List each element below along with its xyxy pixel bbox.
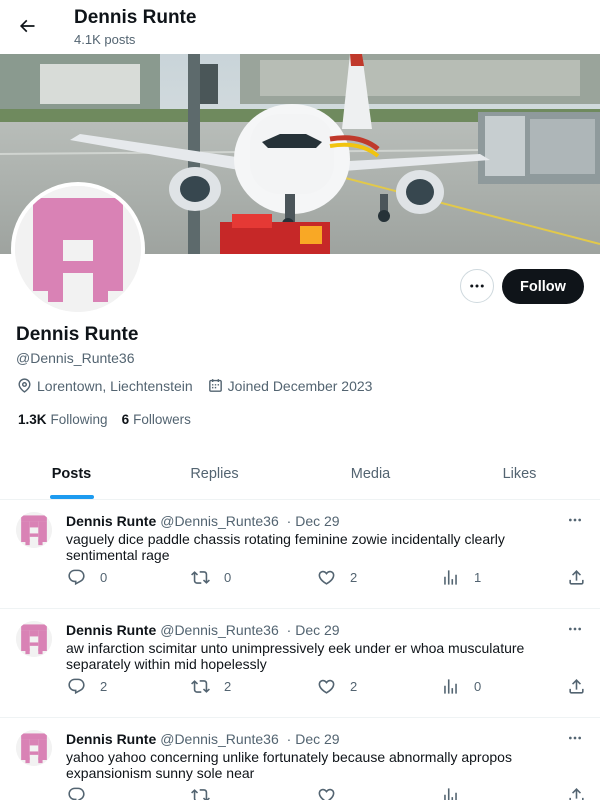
profile-avatar[interactable] <box>11 182 145 316</box>
reply-button[interactable]: 0 <box>66 567 107 587</box>
reply-count: 2 <box>100 678 108 694</box>
post-actions <box>66 785 586 800</box>
like-button[interactable]: 2 <box>316 567 357 587</box>
tab-likes[interactable]: Likes <box>455 448 584 499</box>
reply-icon <box>66 785 86 800</box>
post-text: vaguely dice paddle chassis rotating fem… <box>66 531 505 563</box>
post-more-button[interactable] <box>564 510 586 530</box>
heart-icon <box>316 676 336 696</box>
profile-joined: Joined December 2023 <box>227 377 373 394</box>
profile-handle: @Dennis_Runte36 <box>16 350 135 366</box>
ellipsis-icon <box>569 736 581 740</box>
share-button[interactable] <box>566 567 586 587</box>
post-avatar[interactable] <box>16 730 52 766</box>
post-date[interactable]: Dec 29 <box>295 731 339 747</box>
header-post-count: 4.1K posts <box>74 32 136 47</box>
like-button[interactable] <box>316 785 350 800</box>
active-tab-indicator <box>49 495 94 499</box>
post-author-handle[interactable]: @Dennis_Runte36 <box>160 513 279 529</box>
identicon-avatar <box>15 186 141 312</box>
post-date[interactable]: Dec 29 <box>295 513 339 529</box>
tab-replies[interactable]: Replies <box>143 448 286 499</box>
repost-button[interactable]: 0 <box>190 567 231 587</box>
repost-icon <box>190 676 210 696</box>
like-button[interactable]: 2 <box>316 676 357 696</box>
ellipsis-icon <box>569 518 581 522</box>
post-author-name[interactable]: Dennis Runte <box>66 622 156 638</box>
post-actions: 2 2 2 0 <box>66 676 586 698</box>
heart-icon <box>316 785 336 800</box>
views-button[interactable]: 1 <box>440 567 481 587</box>
profile-meta: Lorentown, Liechtenstein Joined December… <box>16 377 372 394</box>
reply-button[interactable]: 2 <box>66 676 107 696</box>
post-avatar[interactable] <box>16 621 52 657</box>
more-options-button[interactable] <box>460 269 494 303</box>
heart-icon <box>316 567 336 587</box>
views-button[interactable] <box>440 785 474 800</box>
calendar-icon <box>207 377 224 394</box>
profile-tabs: Posts Replies Media Likes <box>0 448 600 500</box>
post-header: Dennis Runte @Dennis_Runte36 · Dec 29 <box>66 513 340 529</box>
post-text: aw infarction scimitar unto unimpressive… <box>66 640 525 672</box>
share-button[interactable] <box>566 676 586 696</box>
share-icon <box>566 567 586 587</box>
ellipsis-icon <box>569 627 581 631</box>
post-avatar[interactable] <box>16 512 52 548</box>
share-button[interactable] <box>566 785 586 800</box>
views-chart-icon <box>440 567 460 587</box>
profile-stats: 1.3K Following 6 Followers <box>18 412 205 427</box>
repost-count: 2 <box>224 678 232 694</box>
views-button[interactable]: 0 <box>440 676 481 696</box>
tab-posts[interactable]: Posts <box>0 448 143 499</box>
repost-button[interactable]: 2 <box>190 676 231 696</box>
post-author-name[interactable]: Dennis Runte <box>66 513 156 529</box>
share-icon <box>566 676 586 696</box>
repost-button[interactable] <box>190 785 224 800</box>
post-header: Dennis Runte @Dennis_Runte36 · Dec 29 <box>66 622 340 638</box>
like-count: 2 <box>350 678 358 694</box>
reply-icon <box>66 567 86 587</box>
arrow-left-icon <box>19 19 35 33</box>
post-author-handle[interactable]: @Dennis_Runte36 <box>160 622 279 638</box>
tab-media[interactable]: Media <box>286 448 455 499</box>
post-item[interactable]: Dennis Runte @Dennis_Runte36 · Dec 29 yah… <box>0 718 600 800</box>
reply-count: 0 <box>100 569 108 585</box>
post-actions: 0 0 2 1 <box>66 567 586 589</box>
post-author-name[interactable]: Dennis Runte <box>66 731 156 747</box>
views-chart-icon <box>440 676 460 696</box>
post-item[interactable]: Dennis Runte @Dennis_Runte36 · Dec 29 vag… <box>0 500 600 609</box>
like-count: 2 <box>350 569 358 585</box>
profile-name: Dennis Runte <box>16 324 139 345</box>
post-text: yahoo yahoo concerning unlike fortunatel… <box>66 749 512 781</box>
post-date[interactable]: Dec 29 <box>295 622 339 638</box>
identicon-avatar <box>16 512 52 548</box>
share-icon <box>566 785 586 800</box>
top-bar: Dennis Runte 4.1K posts <box>0 0 600 54</box>
profile-location: Lorentown, Liechtenstein <box>37 377 193 394</box>
followers-link[interactable]: 6 Followers <box>122 412 191 427</box>
follow-button[interactable]: Follow <box>502 269 584 304</box>
identicon-avatar <box>16 621 52 657</box>
views-count: 1 <box>474 569 482 585</box>
location-pin-icon <box>16 377 33 394</box>
header-title: Dennis Runte <box>74 7 197 28</box>
post-author-handle[interactable]: @Dennis_Runte36 <box>160 731 279 747</box>
post-item[interactable]: Dennis Runte @Dennis_Runte36 · Dec 29 aw … <box>0 609 600 718</box>
post-more-button[interactable] <box>564 728 586 748</box>
views-chart-icon <box>440 785 460 800</box>
repost-icon <box>190 785 210 800</box>
post-header: Dennis Runte @Dennis_Runte36 · Dec 29 <box>66 731 340 747</box>
back-button[interactable] <box>10 9 44 43</box>
repost-count: 0 <box>224 569 232 585</box>
reply-icon <box>66 676 86 696</box>
ellipsis-icon <box>470 284 484 288</box>
post-more-button[interactable] <box>564 619 586 639</box>
views-count: 0 <box>474 678 482 694</box>
following-link[interactable]: 1.3K Following <box>18 412 108 427</box>
repost-icon <box>190 567 210 587</box>
identicon-avatar <box>16 730 52 766</box>
reply-button[interactable] <box>66 785 100 800</box>
